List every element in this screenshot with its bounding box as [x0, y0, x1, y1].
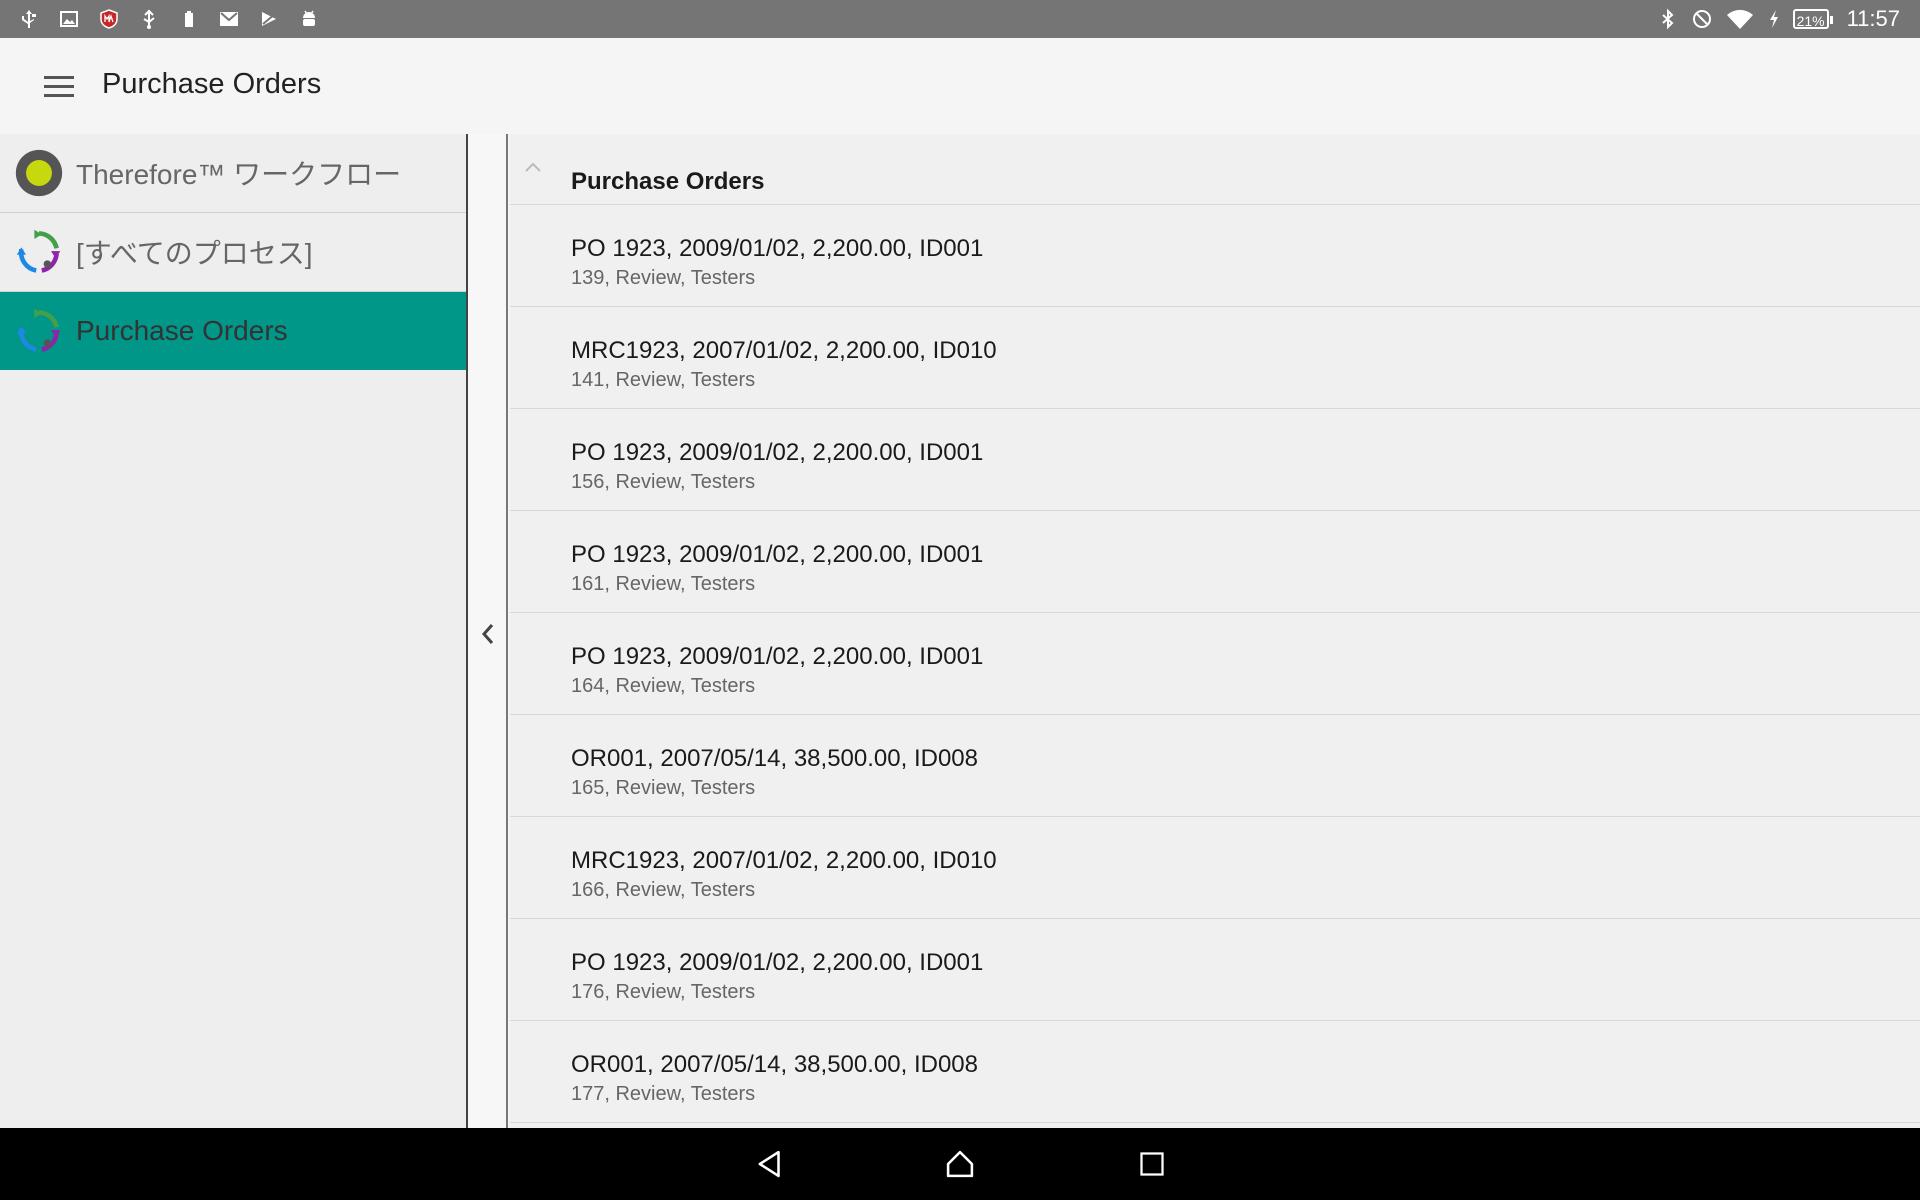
- back-icon[interactable]: [750, 1144, 790, 1184]
- image-icon: [58, 8, 80, 30]
- list-item-title: PO 1923, 2009/01/02, 2,200.00, ID001: [571, 439, 984, 466]
- status-bar: 21% 11:57: [0, 0, 1920, 38]
- mcafee-icon: [98, 8, 120, 30]
- notification-icons: [18, 0, 320, 38]
- play-store-icon: [258, 8, 280, 30]
- sd-card-icon: [178, 8, 200, 30]
- sidebar-item-purchase-orders[interactable]: Purchase Orders: [0, 292, 466, 370]
- group-header[interactable]: Purchase Orders: [510, 134, 1920, 205]
- list-item-title: PO 1923, 2009/01/02, 2,200.00, ID001: [571, 235, 984, 262]
- chevron-left-icon[interactable]: [476, 619, 500, 649]
- android-icon: [298, 8, 320, 30]
- sidebar-item-all-processes[interactable]: [すべてのプロセス]: [0, 213, 466, 292]
- system-status: 21% 11:57: [1657, 0, 1900, 38]
- usb-icon: [18, 8, 40, 30]
- list-item-subtitle: 141, Review, Testers: [571, 369, 756, 391]
- list-item-subtitle: 176, Review, Testers: [571, 981, 756, 1003]
- list-item-title: PO 1923, 2009/01/02, 2,200.00, ID001: [571, 949, 984, 976]
- list-item-title: MRC1923, 2007/01/02, 2,200.00, ID010: [571, 337, 997, 364]
- list-item-subtitle: 156, Review, Testers: [571, 471, 756, 493]
- list-item[interactable]: PO 1923, 2009/01/02, 2,200.00, ID001 176,…: [510, 919, 1920, 1021]
- usb-debug-icon: [138, 8, 160, 30]
- hamburger-menu-icon[interactable]: [38, 70, 80, 102]
- app-bar: Purchase Orders: [0, 38, 1920, 134]
- list-item-subtitle: 166, Review, Testers: [571, 879, 756, 901]
- process-cycle-icon: [12, 304, 66, 358]
- battery-level: 21%: [1792, 9, 1833, 29]
- task-list: Purchase Orders PO 1923, 2009/01/02, 2,2…: [510, 134, 1920, 1128]
- list-item-title: OR001, 2007/05/14, 38,500.00, ID008: [571, 1051, 978, 1078]
- list-item-subtitle: 161, Review, Testers: [571, 573, 756, 595]
- list-item[interactable]: PO 1923, 2009/01/02, 2,200.00, ID001 156,…: [510, 409, 1920, 511]
- recents-icon[interactable]: [1132, 1144, 1172, 1184]
- list-item-title: OR001, 2007/05/14, 38,500.00, ID008: [571, 745, 978, 772]
- group-title: Purchase Orders: [571, 168, 765, 195]
- process-sidebar: Therefore™ ワークフロー [すべてのプロセス] Purchase Or…: [0, 134, 468, 1128]
- list-item[interactable]: OR001, 2007/05/14, 38,500.00, ID008 177, …: [510, 1021, 1920, 1123]
- list-item-title: MRC1923, 2007/01/02, 2,200.00, ID010: [571, 847, 997, 874]
- chevron-up-icon[interactable]: [524, 160, 542, 172]
- wifi-icon: [1725, 8, 1755, 30]
- list-item[interactable]: MRC1923, 2007/01/02, 2,200.00, ID010 141,…: [510, 307, 1920, 409]
- list-item-title: PO 1923, 2009/01/02, 2,200.00, ID001: [571, 541, 984, 568]
- sidebar-item-workflow[interactable]: Therefore™ ワークフロー: [0, 134, 466, 213]
- do-not-disturb-icon: [1691, 8, 1713, 30]
- bluetooth-icon: [1657, 8, 1679, 30]
- list-item-title: PO 1923, 2009/01/02, 2,200.00, ID001: [571, 643, 984, 670]
- list-item[interactable]: PO 1923, 2009/01/02, 2,200.00, ID001 161,…: [510, 511, 1920, 613]
- sidebar-collapse-strip: [468, 134, 508, 1128]
- sidebar-item-label: Purchase Orders: [76, 315, 288, 346]
- list-item[interactable]: OR001, 2007/05/14, 38,500.00, ID008 165, …: [510, 715, 1920, 817]
- home-icon[interactable]: [940, 1144, 980, 1184]
- list-item-subtitle: 177, Review, Testers: [571, 1083, 756, 1105]
- gmail-icon: [218, 8, 240, 30]
- list-item-subtitle: 139, Review, Testers: [571, 267, 756, 289]
- clock: 11:57: [1846, 6, 1900, 31]
- list-item[interactable]: MRC1923, 2007/01/02, 2,200.00, ID010 166,…: [510, 817, 1920, 919]
- charging-icon: [1767, 8, 1781, 30]
- sidebar-item-label: [すべてのプロセス]: [76, 238, 313, 269]
- navigation-bar: [0, 1128, 1920, 1200]
- workflow-status-icon: [12, 146, 66, 200]
- list-item-subtitle: 164, Review, Testers: [571, 675, 756, 697]
- sidebar-item-label: Therefore™ ワークフロー: [76, 159, 402, 190]
- page-title: Purchase Orders: [102, 68, 322, 100]
- process-cycle-icon: [12, 225, 66, 279]
- list-item[interactable]: PO 1923, 2009/01/02, 2,200.00, ID001 164,…: [510, 613, 1920, 715]
- list-item-subtitle: 165, Review, Testers: [571, 777, 756, 799]
- list-item[interactable]: PO 1923, 2009/01/02, 2,200.00, ID001 139,…: [510, 205, 1920, 307]
